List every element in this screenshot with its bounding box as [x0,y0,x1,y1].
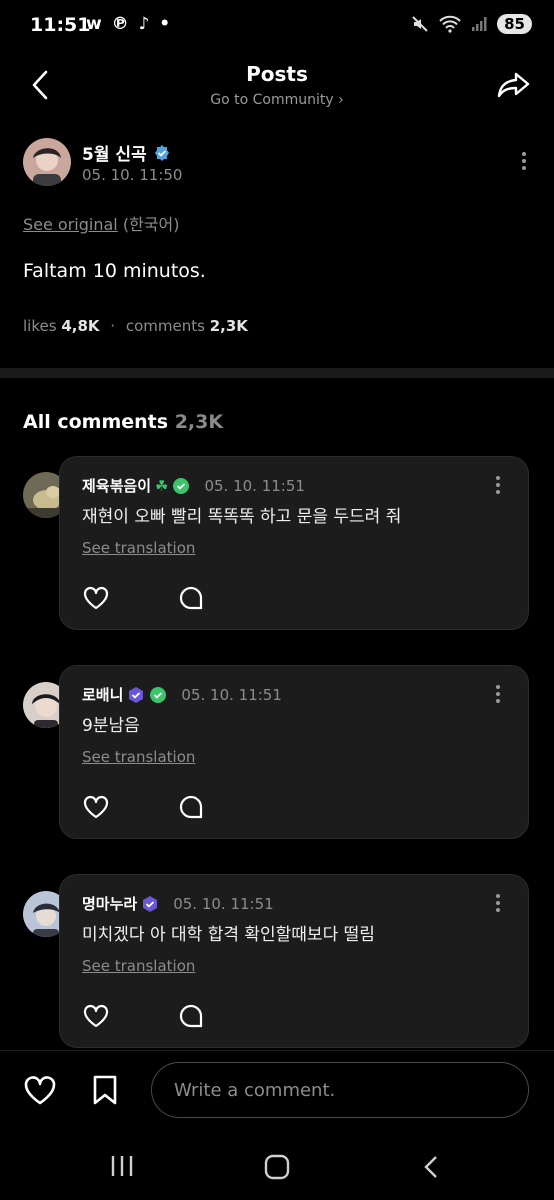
status-indicators: 85 [411,14,532,34]
verified-badge-icon [173,477,190,494]
comment-card: 로배니 05. 10. 11:51 9분남음 See translation [59,665,529,839]
post-author-avatar[interactable] [23,138,71,186]
go-to-community-link[interactable]: Go to Community › [0,92,554,108]
post-body: Faltam 10 minutos. [23,260,206,282]
fan-badge-icon [143,895,158,912]
comment-input[interactable] [151,1062,529,1118]
fan-badge-icon [129,686,144,703]
share-icon[interactable] [496,66,532,102]
original-language: (한국어) [122,215,180,234]
verified-badge-icon [150,686,167,703]
stats-separator: · [110,317,116,335]
battery-level: 85 [497,14,532,34]
comment-author-name: 제육볶음이 [82,477,152,495]
comments-label: comments [125,317,205,335]
post-stats: likes 4,8K · comments 2,3K [23,317,248,335]
see-translation-link[interactable]: See translation [82,539,195,557]
comment-author[interactable]: 명마누라 05. 10. 11:51 [82,893,274,914]
status-time: 11:51 [30,14,91,36]
comment-text: 재현이 오빠 빨리 똑똑똑 하고 문을 두드려 줘 [82,507,402,527]
author-name-text: 5월 신곡 [82,145,147,165]
comment-author-name: 명마누라 [82,895,138,913]
comment-text: 미치겠다 아 대학 합격 확인할때보다 떨림 [82,925,375,945]
post-timestamp: 05. 10. 11:50 [82,166,183,184]
comment-card: 제육볶음이 ☘ 05. 10. 11:51 재현이 오빠 빨리 똑똑똑 하고 문… [59,456,529,630]
see-translation-link[interactable]: See translation [82,957,195,975]
see-original-row: See original (한국어) [23,211,179,235]
comment-time: 05. 10. 11:51 [181,685,282,704]
all-comments-header: All comments 2,3K [23,411,223,433]
like-heart-icon[interactable] [82,1003,110,1029]
comment-more-options-icon[interactable] [488,473,508,497]
comment-more-options-icon[interactable] [488,682,508,706]
reply-bubble-icon[interactable] [178,585,204,611]
section-divider [0,368,554,378]
comment-author[interactable]: 로배니 05. 10. 11:51 [82,684,282,705]
like-post-heart-icon[interactable] [23,1074,57,1106]
clover-badge: ☘ [155,476,169,495]
likes-label: likes [23,317,57,335]
reply-bubble-icon[interactable] [178,1003,204,1029]
comment-more-options-icon[interactable] [488,891,508,915]
post-author-name[interactable]: 5월 신곡 [82,140,171,165]
likes-count[interactable]: 4,8K [61,317,99,335]
all-comments-label: All comments [23,411,169,433]
bookmark-icon[interactable] [90,1074,120,1106]
like-heart-icon[interactable] [82,585,110,611]
reply-bubble-icon[interactable] [178,794,204,820]
comment-author[interactable]: 제육볶음이 ☘ 05. 10. 11:51 [82,475,305,496]
comment-time: 05. 10. 11:51 [204,476,305,495]
see-original-link[interactable]: See original [23,215,118,234]
comment-time: 05. 10. 11:51 [173,894,274,913]
all-comments-count: 2,3K [174,411,224,433]
comment-card: 명마누라 05. 10. 11:51 미치겠다 아 대학 합격 확인할때보다 떨… [59,874,529,1048]
comment-author-name: 로배니 [82,686,124,704]
like-heart-icon[interactable] [82,794,110,820]
see-translation-link[interactable]: See translation [82,748,195,766]
comments-count[interactable]: 2,3K [210,317,248,335]
system-back-icon[interactable] [420,1153,444,1181]
page-title: Posts [246,62,308,86]
mute-icon [412,16,428,32]
signal-icon [472,17,487,31]
home-icon[interactable] [263,1153,291,1181]
recent-apps-icon[interactable] [108,1153,136,1179]
verified-badge-icon [154,144,169,161]
status-app-icons: w ℗ ♪ • [86,14,173,34]
post-more-options-icon[interactable] [514,149,534,173]
comment-text: 9분남음 [82,716,140,736]
wifi-icon [439,15,461,33]
